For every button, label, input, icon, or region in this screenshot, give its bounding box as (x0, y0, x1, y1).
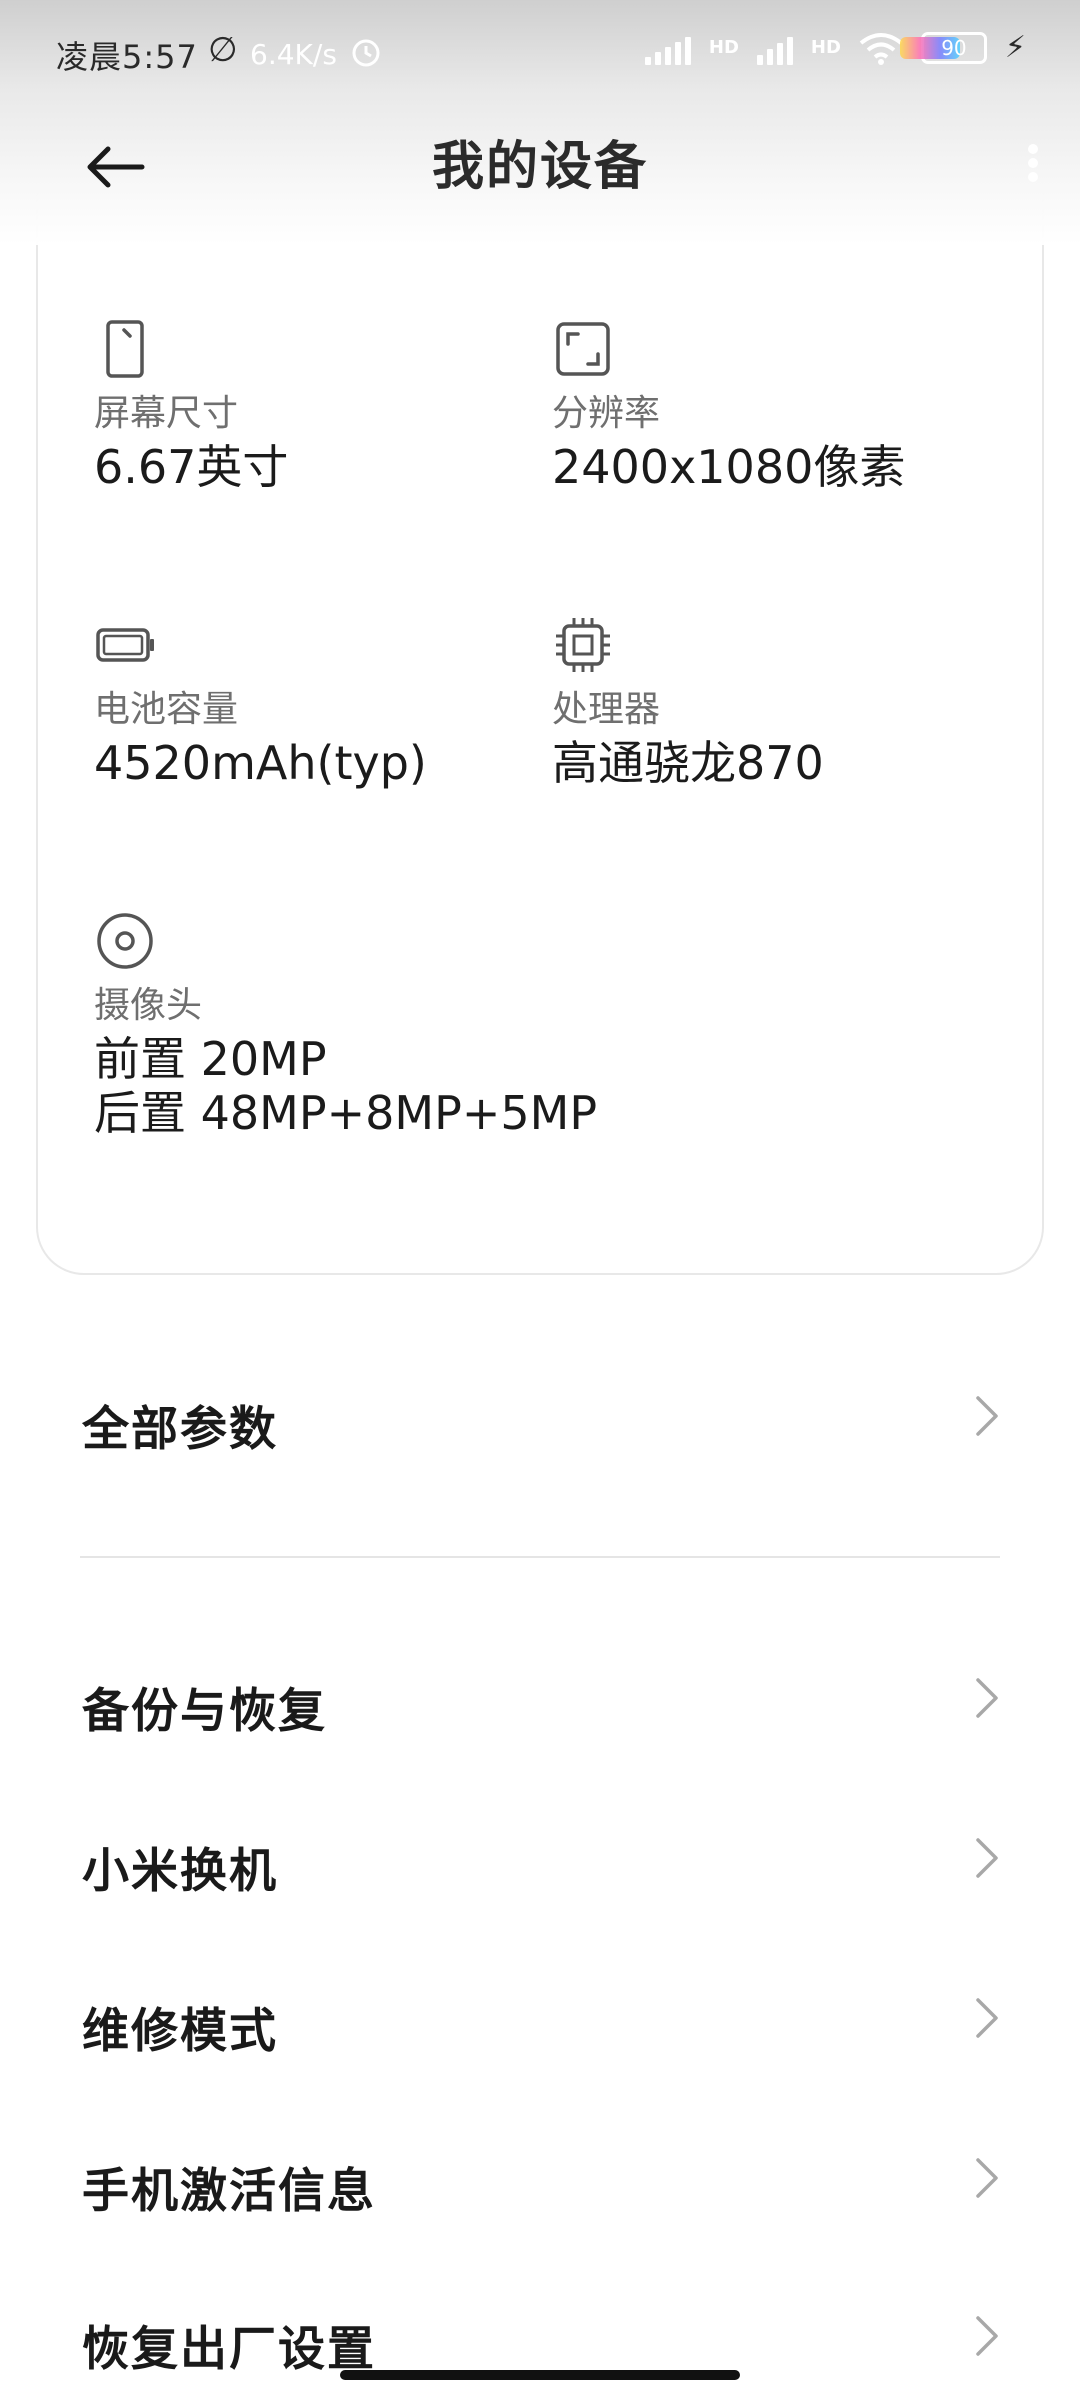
spec-value: 2400x1080像素 (552, 440, 906, 494)
mi-mover-row[interactable]: 小米换机 (0, 1784, 1080, 1934)
more-vertical-icon[interactable] (1026, 140, 1040, 190)
spec-value: 高通骁龙870 (552, 736, 824, 790)
status-time: 凌晨5:57 (56, 38, 198, 76)
wifi-icon (859, 31, 903, 65)
hd-badge-2: HD (810, 37, 841, 58)
chevron-right-icon (974, 1996, 1000, 2040)
spec-label: 电池容量 (94, 689, 239, 730)
spec-value: 4520mAh(typ) (94, 736, 427, 790)
activation-info-row[interactable]: 手机激活信息 (0, 2104, 1080, 2254)
charging-icon: ⚡ (1004, 30, 1026, 65)
spec-camera: 摄像头 前置 20MP 后置 48MP+8MP+5MP (94, 910, 894, 1140)
chevron-right-icon (974, 1836, 1000, 1880)
network-speed: 6.4K/s (250, 38, 337, 71)
divider (80, 1556, 1000, 1558)
chevron-right-icon (974, 1394, 1000, 1438)
status-bar: 凌晨5:57 ∅ 6.4K/s HD HD 90 ⚡ (0, 0, 1080, 110)
all-params-row[interactable]: 全部参数 (0, 1342, 1080, 1492)
alarm-icon (348, 34, 384, 78)
chevron-right-icon (974, 2314, 1000, 2358)
signal-icon-2 (756, 31, 793, 65)
spec-screen-size: 屏幕尺寸 6.67英寸 (94, 318, 534, 494)
spec-resolution: 分辨率 2400x1080像素 (552, 318, 992, 494)
rear-camera-value: 后置 48MP+8MP+5MP (94, 1086, 598, 1140)
repair-mode-row[interactable]: 维修模式 (0, 1944, 1080, 2094)
row-label: 维修模式 (82, 2004, 278, 2059)
spec-battery: 电池容量 4520mAh(typ) (94, 614, 534, 790)
row-label: 手机激活信息 (82, 2164, 376, 2219)
row-label: 备份与恢复 (82, 1684, 327, 1739)
backup-restore-row[interactable]: 备份与恢复 (0, 1624, 1080, 1774)
row-label: 恢复出厂设置 (82, 2322, 376, 2372)
spec-label: 摄像头 (94, 985, 203, 1026)
spec-value: 前置 20MP 后置 48MP+8MP+5MP (94, 1032, 894, 1140)
battery-level: 90 (941, 35, 967, 60)
status-indicators: HD HD 90 ⚡ (644, 30, 1026, 65)
app-header: 我的设备 (0, 110, 1080, 240)
row-label: 全部参数 (82, 1402, 278, 1457)
front-camera-value: 前置 20MP (94, 1032, 327, 1086)
hd-badge: HD (708, 37, 739, 58)
spec-label: 处理器 (552, 689, 661, 730)
battery-icon (94, 614, 156, 676)
signal-icon (644, 31, 691, 65)
resolution-icon (552, 318, 614, 380)
spec-label: 分辨率 (552, 393, 661, 434)
camera-icon (94, 910, 156, 972)
row-label: 小米换机 (82, 1844, 278, 1899)
home-indicator[interactable] (340, 2370, 740, 2380)
notification-off-icon: ∅ (208, 30, 238, 70)
screen-size-icon (94, 318, 156, 380)
processor-icon (552, 614, 614, 676)
spec-label: 屏幕尺寸 (94, 393, 239, 434)
spec-value: 6.67英寸 (94, 440, 289, 494)
page-title: 我的设备 (431, 137, 648, 197)
factory-reset-row[interactable]: 恢复出厂设置 (0, 2262, 1080, 2372)
chevron-right-icon (974, 1676, 1000, 1720)
spec-processor: 处理器 高通骁龙870 (552, 614, 992, 790)
chevron-right-icon (974, 2156, 1000, 2200)
battery-icon: 90 (899, 31, 987, 64)
device-spec-card: 屏幕尺寸 6.67英寸 分辨率 2400x1080像素 电池容量 4520mAh… (36, 150, 1044, 1275)
